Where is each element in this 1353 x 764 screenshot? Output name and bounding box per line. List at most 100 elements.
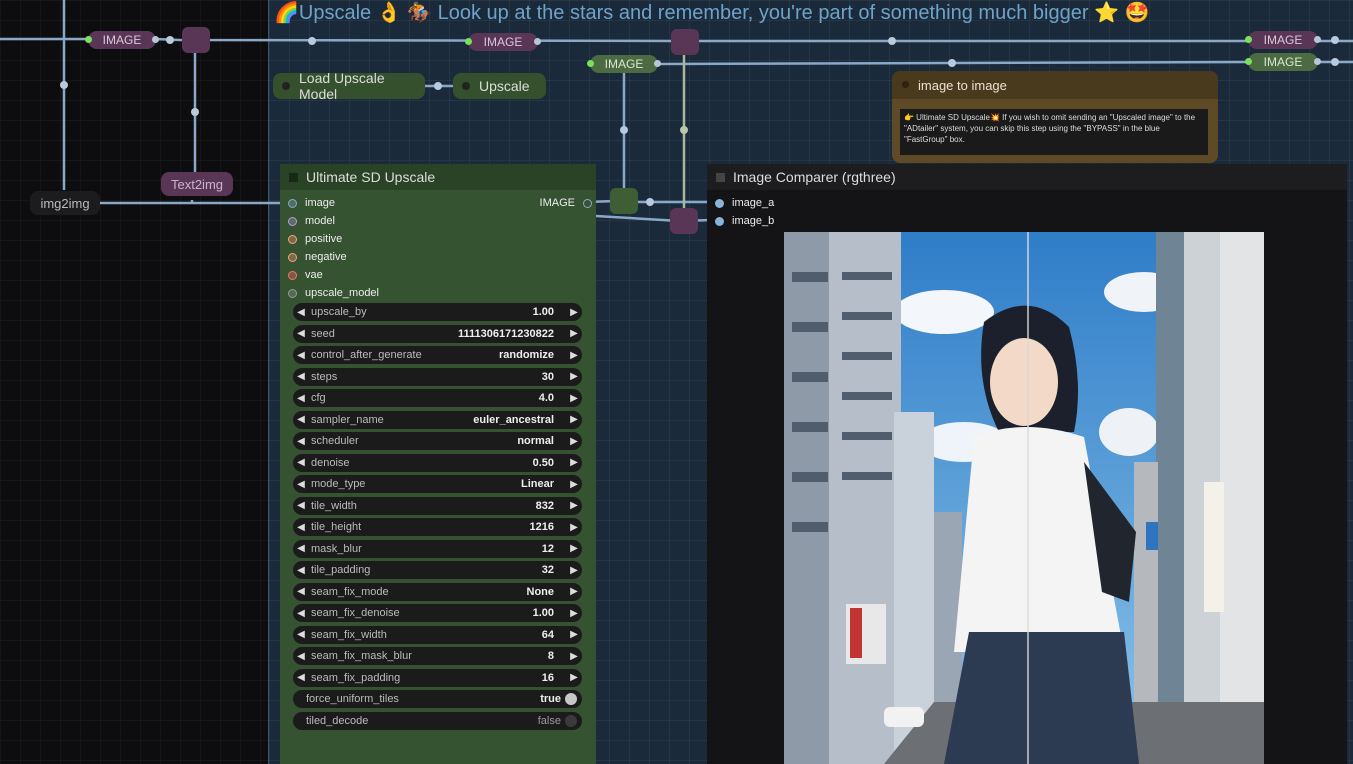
image-comparer-node[interactable]: Image Comparer (rgthree) image_a image_b bbox=[707, 164, 1347, 764]
decrement-arrow-icon[interactable]: ◀ bbox=[293, 457, 309, 468]
widget-seam-fix-denoise[interactable]: ◀ seam_fix_denoise 1.00 ▶ bbox=[293, 604, 582, 622]
increment-arrow-icon[interactable]: ▶ bbox=[566, 522, 582, 533]
increment-arrow-icon[interactable]: ▶ bbox=[566, 393, 582, 404]
widget-sampler-name[interactable]: ◀ sampler_name euler_ancestral ▶ bbox=[293, 410, 582, 429]
decrement-arrow-icon[interactable]: ◀ bbox=[293, 543, 309, 554]
input-pin[interactable] bbox=[288, 234, 297, 244]
decrement-arrow-icon[interactable]: ◀ bbox=[293, 436, 309, 447]
widget-value[interactable]: Linear bbox=[521, 478, 566, 490]
reroute-node-purple[interactable] bbox=[671, 29, 699, 55]
reroute-node-green[interactable] bbox=[610, 188, 638, 214]
output-pin[interactable] bbox=[583, 198, 592, 208]
reroute-node-purple[interactable] bbox=[670, 208, 698, 234]
widget-value[interactable]: None bbox=[527, 586, 567, 598]
output-slot-image[interactable]: IMAGE bbox=[540, 194, 592, 212]
widget-mask-blur[interactable]: ◀ mask_blur 12 ▶ bbox=[293, 539, 582, 558]
input-pin[interactable] bbox=[288, 270, 297, 280]
image-reroute-5[interactable]: IMAGE bbox=[1245, 53, 1321, 71]
decrement-arrow-icon[interactable]: ◀ bbox=[293, 500, 309, 511]
input-slot-image-a[interactable]: image_a bbox=[715, 194, 774, 212]
input-pin[interactable] bbox=[288, 216, 297, 226]
increment-arrow-icon[interactable]: ▶ bbox=[566, 436, 582, 447]
decrement-arrow-icon[interactable]: ◀ bbox=[293, 350, 309, 361]
input-pin[interactable] bbox=[715, 198, 724, 208]
decrement-arrow-icon[interactable]: ◀ bbox=[293, 393, 309, 404]
widget-value[interactable]: 1216 bbox=[530, 521, 566, 533]
widget-value[interactable]: 30 bbox=[542, 371, 566, 383]
img2img-node[interactable]: img2img bbox=[30, 191, 100, 215]
toggle-force-uniform-tiles[interactable]: force_uniform_tiles true bbox=[293, 690, 582, 708]
node-header[interactable]: Ultimate SD Upscale bbox=[280, 164, 596, 190]
widget-value[interactable]: 64 bbox=[542, 629, 566, 641]
input-pin[interactable] bbox=[288, 252, 297, 262]
comparison-image[interactable] bbox=[784, 232, 1264, 764]
increment-arrow-icon[interactable]: ▶ bbox=[566, 608, 582, 619]
increment-arrow-icon[interactable]: ▶ bbox=[566, 307, 582, 318]
widget-value[interactable]: 1.00 bbox=[533, 607, 566, 619]
widget-seam-fix-mode[interactable]: ◀ seam_fix_mode None ▶ bbox=[293, 582, 582, 601]
widget-denoise[interactable]: ◀ denoise 0.50 ▶ bbox=[293, 453, 582, 472]
widget-value[interactable]: 16 bbox=[542, 672, 566, 684]
decrement-arrow-icon[interactable]: ◀ bbox=[293, 522, 309, 533]
toggle-knob-icon[interactable] bbox=[565, 714, 577, 727]
decrement-arrow-icon[interactable]: ◀ bbox=[293, 414, 309, 425]
widget-upscale-by[interactable]: ◀ upscale_by 1.00 ▶ bbox=[293, 303, 582, 321]
text2img-node[interactable]: Text2img bbox=[161, 172, 233, 196]
image-reroute-2[interactable]: IMAGE bbox=[465, 33, 541, 51]
input-slot-image[interactable]: image bbox=[288, 194, 335, 212]
widget-mode-type[interactable]: ◀ mode_type Linear ▶ bbox=[293, 475, 582, 493]
increment-arrow-icon[interactable]: ▶ bbox=[566, 565, 582, 576]
decrement-arrow-icon[interactable]: ◀ bbox=[293, 672, 309, 683]
decrement-arrow-icon[interactable]: ◀ bbox=[293, 586, 309, 597]
widget-cfg[interactable]: ◀ cfg 4.0 ▶ bbox=[293, 389, 582, 407]
upscale-node[interactable]: Upscale bbox=[453, 73, 546, 99]
note-header[interactable]: image to image bbox=[892, 71, 1218, 99]
collapse-dot-icon[interactable] bbox=[902, 81, 909, 88]
decrement-arrow-icon[interactable]: ◀ bbox=[293, 565, 309, 576]
widget-value[interactable]: 8 bbox=[548, 650, 566, 662]
image-reroute-3[interactable]: IMAGE bbox=[587, 55, 661, 73]
widget-value[interactable]: 32 bbox=[542, 564, 566, 576]
increment-arrow-icon[interactable]: ▶ bbox=[566, 629, 582, 640]
ultimate-sd-upscale-node[interactable]: Ultimate SD Upscale image model positive ne… bbox=[280, 164, 596, 764]
toggle-tiled-decode[interactable]: tiled_decode false bbox=[293, 711, 582, 730]
widget-seam-fix-width[interactable]: ◀ seam_fix_width 64 ▶ bbox=[293, 625, 582, 644]
increment-arrow-icon[interactable]: ▶ bbox=[566, 457, 582, 468]
increment-arrow-icon[interactable]: ▶ bbox=[566, 371, 582, 382]
decrement-arrow-icon[interactable]: ◀ bbox=[293, 328, 309, 339]
decrement-arrow-icon[interactable]: ◀ bbox=[293, 629, 309, 640]
increment-arrow-icon[interactable]: ▶ bbox=[566, 500, 582, 511]
widget-seam-fix-mask-blur[interactable]: ◀ seam_fix_mask_blur 8 ▶ bbox=[293, 647, 582, 665]
widget-control-after-generate[interactable]: ◀ control_after_generate randomize ▶ bbox=[293, 346, 582, 364]
decrement-arrow-icon[interactable]: ◀ bbox=[293, 307, 309, 318]
decrement-arrow-icon[interactable]: ◀ bbox=[293, 608, 309, 619]
image-reroute-1[interactable]: IMAGE bbox=[85, 31, 159, 49]
collapse-icon[interactable] bbox=[289, 173, 298, 182]
toggle-knob-icon[interactable] bbox=[565, 693, 577, 705]
node-header[interactable]: Image Comparer (rgthree) bbox=[707, 164, 1347, 190]
input-slot-model[interactable]: model bbox=[288, 212, 335, 230]
widget-value[interactable]: 12 bbox=[542, 543, 566, 555]
increment-arrow-icon[interactable]: ▶ bbox=[566, 328, 582, 339]
widget-tile-height[interactable]: ◀ tile_height 1216 ▶ bbox=[293, 518, 582, 536]
increment-arrow-icon[interactable]: ▶ bbox=[566, 350, 582, 361]
decrement-arrow-icon[interactable]: ◀ bbox=[293, 371, 309, 382]
widget-tile-width[interactable]: ◀ tile_width 832 ▶ bbox=[293, 496, 582, 515]
reroute-node-purple[interactable] bbox=[182, 27, 210, 53]
collapse-icon[interactable] bbox=[716, 173, 725, 182]
increment-arrow-icon[interactable]: ▶ bbox=[566, 672, 582, 683]
input-pin[interactable] bbox=[288, 288, 297, 298]
widget-value[interactable]: euler_ancestral bbox=[473, 414, 566, 426]
widget-value[interactable]: normal bbox=[517, 435, 566, 447]
increment-arrow-icon[interactable]: ▶ bbox=[566, 651, 582, 662]
increment-arrow-icon[interactable]: ▶ bbox=[566, 586, 582, 597]
widget-value[interactable]: 1.00 bbox=[533, 306, 566, 318]
input-slot-positive[interactable]: positive bbox=[288, 230, 342, 248]
input-pin[interactable] bbox=[715, 216, 724, 226]
increment-arrow-icon[interactable]: ▶ bbox=[566, 543, 582, 554]
decrement-arrow-icon[interactable]: ◀ bbox=[293, 479, 309, 490]
input-slot-image-b[interactable]: image_b bbox=[715, 212, 774, 230]
note-body[interactable]: 👉 Ultimate SD Upscale💥 If you wish to om… bbox=[900, 109, 1208, 155]
image-to-image-note[interactable]: image to image 👉 Ultimate SD Upscale💥 If… bbox=[892, 71, 1218, 163]
load-upscale-model-node[interactable]: Load Upscale Model bbox=[273, 70, 425, 102]
